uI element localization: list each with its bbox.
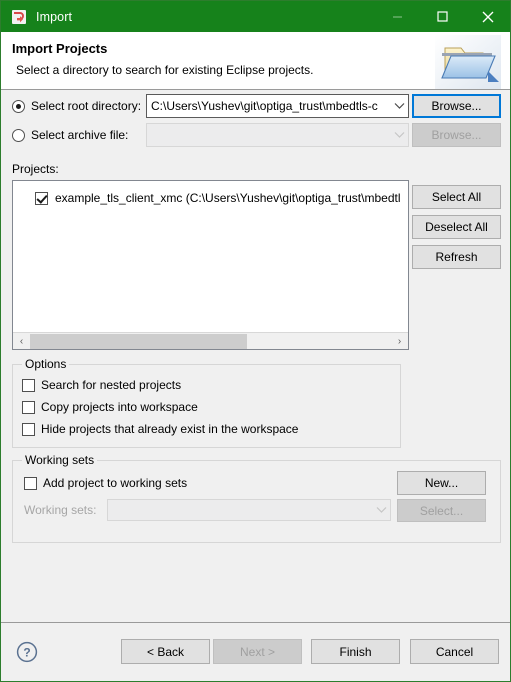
cancel-button[interactable]: Cancel [410, 639, 499, 664]
import-dialog: Import Import Projects Select a director… [0, 0, 511, 682]
chevron-down-icon-disabled [390, 131, 408, 139]
projects-horizontal-scrollbar[interactable]: ‹ › [13, 332, 408, 349]
search-nested-checkbox[interactable] [22, 378, 35, 392]
radio-select-root-directory[interactable]: Select root directory: [12, 96, 141, 116]
hide-existing-checkbox[interactable] [22, 422, 35, 436]
option-label: Copy projects into workspace [41, 400, 198, 414]
radio-archive-file-label: Select archive file: [31, 128, 129, 142]
open-folder-icon [431, 34, 503, 89]
options-group-title: Options [22, 357, 70, 371]
projects-list[interactable]: example_tls_client_xmc (C:\Users\Yushev\… [12, 180, 409, 350]
page-subtitle: Select a directory to search for existin… [16, 63, 314, 77]
close-button[interactable] [465, 1, 510, 32]
project-label: example_tls_client_xmc (C:\Users\Yushev\… [55, 191, 401, 205]
maximize-button[interactable] [420, 1, 465, 32]
option-label: Search for nested projects [41, 378, 182, 392]
wizard-header: Import Projects Select a directory to se… [1, 32, 510, 90]
radio-root-directory-indicator [12, 99, 25, 113]
scroll-left-arrow-icon[interactable]: ‹ [13, 333, 30, 350]
scrollbar-track[interactable] [30, 333, 391, 350]
working-sets-combo-label: Working sets: [24, 503, 97, 517]
dialog-footer: ? < Back Next > Finish Cancel [1, 622, 510, 681]
page-title: Import Projects [12, 41, 108, 56]
root-directory-value: C:\Users\Yushev\git\optiga_trust\mbedtls… [151, 99, 378, 113]
option-copy-projects-into-workspace[interactable]: Copy projects into workspace [22, 398, 198, 416]
title-bar: Import [1, 1, 510, 32]
option-hide-existing-projects[interactable]: Hide projects that already exist in the … [22, 420, 298, 438]
svg-text:?: ? [23, 646, 30, 660]
window-title: Import [36, 9, 73, 24]
chevron-down-icon[interactable] [390, 102, 408, 110]
add-to-working-sets-label: Add project to working sets [43, 476, 188, 490]
radio-select-archive-file[interactable]: Select archive file: [12, 125, 128, 145]
select-all-button[interactable]: Select All [412, 185, 501, 209]
import-wizard-icon [11, 9, 27, 25]
add-to-working-sets-checkbox[interactable] [24, 476, 37, 490]
next-button: Next > [213, 639, 302, 664]
browse-archive-file-button: Browse... [412, 123, 501, 147]
help-question-icon[interactable]: ? [16, 641, 38, 663]
working-sets-group-title: Working sets [22, 453, 98, 467]
deselect-all-button[interactable]: Deselect All [412, 215, 501, 239]
scrollbar-thumb[interactable] [30, 333, 247, 349]
project-checkbox[interactable] [35, 191, 48, 205]
working-sets-combo [107, 499, 391, 521]
chevron-down-icon-disabled [372, 506, 390, 514]
refresh-button[interactable]: Refresh [412, 245, 501, 269]
projects-label: Projects: [12, 162, 59, 176]
dialog-body: Select root directory: C:\Users\Yushev\g… [1, 90, 510, 622]
back-button[interactable]: < Back [121, 639, 210, 664]
window-controls [375, 1, 510, 32]
list-item[interactable]: example_tls_client_xmc (C:\Users\Yushev\… [13, 188, 408, 208]
copy-projects-checkbox[interactable] [22, 400, 35, 414]
finish-button[interactable]: Finish [311, 639, 400, 664]
browse-root-directory-button[interactable]: Browse... [412, 94, 501, 118]
minimize-button[interactable] [375, 1, 420, 32]
radio-archive-file-indicator [12, 128, 25, 142]
archive-file-combo [146, 123, 409, 147]
scroll-right-arrow-icon[interactable]: › [391, 333, 408, 350]
root-directory-combo[interactable]: C:\Users\Yushev\git\optiga_trust\mbedtls… [146, 94, 409, 118]
radio-root-directory-label: Select root directory: [31, 99, 142, 113]
option-search-nested-projects[interactable]: Search for nested projects [22, 376, 181, 394]
option-label: Hide projects that already exist in the … [41, 422, 299, 436]
new-working-set-button[interactable]: New... [397, 471, 486, 495]
add-project-to-working-sets-row[interactable]: Add project to working sets [24, 474, 187, 492]
select-working-sets-button: Select... [397, 499, 486, 522]
